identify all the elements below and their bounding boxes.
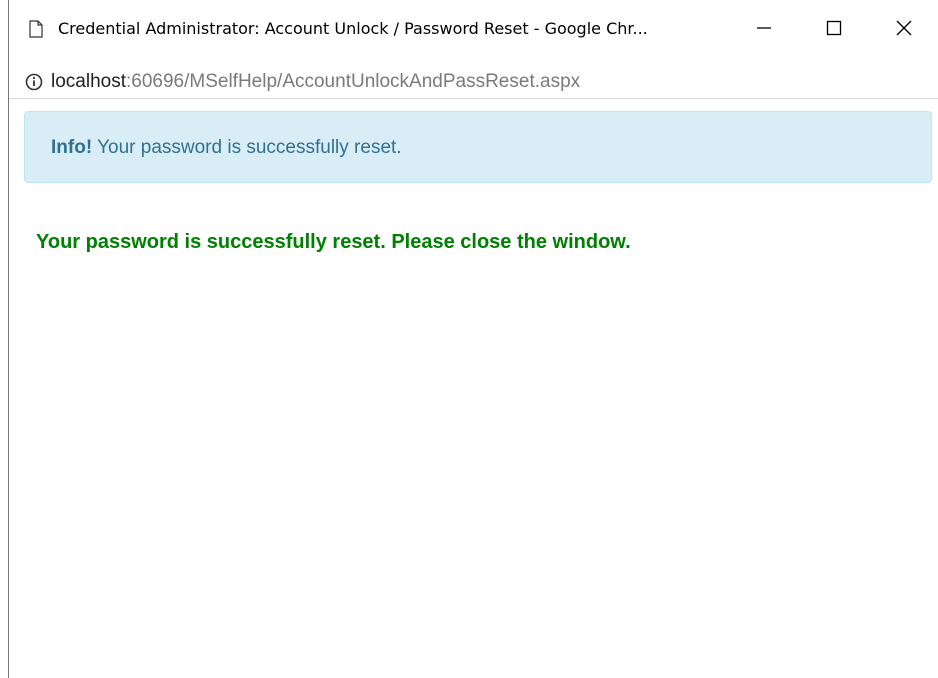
window-title: Credential Administrator: Account Unlock… [58,19,648,38]
address-bar[interactable]: localhost:60696/MSelfHelp/AccountUnlockA… [9,64,938,99]
maximize-button[interactable] [814,12,854,48]
close-icon [895,19,913,42]
page-content: Info! Your password is successfully rese… [9,99,938,678]
alert-strong-label: Info! [51,137,93,158]
url-host: localhost [51,71,126,92]
maximize-icon [826,20,842,41]
title-bar[interactable]: Credential Administrator: Account Unlock… [9,0,938,64]
info-circle-icon[interactable] [25,73,43,91]
url-text[interactable]: localhost:60696/MSelfHelp/AccountUnlockA… [51,71,580,93]
url-path: :60696/MSelfHelp/AccountUnlockAndPassRes… [126,71,581,92]
success-message: Your password is successfully reset. Ple… [36,231,631,253]
alert-text: Info! Your password is successfully rese… [51,136,402,160]
minimize-icon [756,20,772,41]
browser-window: Credential Administrator: Account Unlock… [0,0,938,678]
minimize-button[interactable] [744,12,784,48]
page-icon [29,20,43,38]
close-button[interactable] [884,12,924,48]
alert-message: Your password is successfully reset. [92,137,402,158]
info-alert: Info! Your password is successfully rese… [24,111,932,183]
title-row: Credential Administrator: Account Unlock… [9,0,938,64]
